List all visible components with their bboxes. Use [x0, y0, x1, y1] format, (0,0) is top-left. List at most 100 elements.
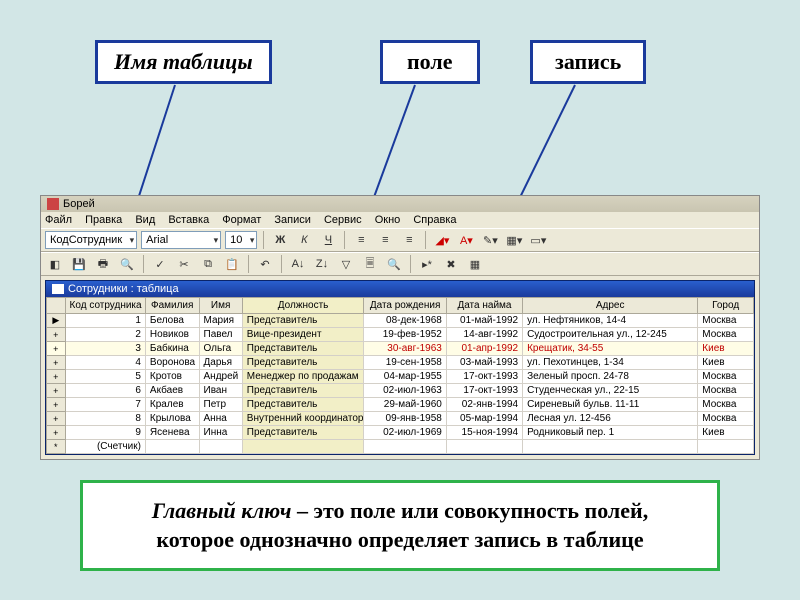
menu-format[interactable]: Формат	[222, 214, 261, 226]
menu-view[interactable]: Вид	[135, 214, 155, 226]
row-marker[interactable]: +	[47, 370, 66, 384]
cell-city[interactable]: Москва	[698, 328, 754, 342]
cell-city[interactable]	[698, 440, 754, 454]
cell-birth[interactable]	[364, 440, 446, 454]
undo-icon[interactable]: ↶	[255, 254, 275, 274]
print-icon[interactable]: 🖶	[93, 254, 113, 274]
new-record-icon[interactable]: ▸*	[417, 254, 437, 274]
table-row[interactable]: +3БабкинаОльгаПредставитель30-авг-196301…	[47, 342, 754, 356]
cell-position[interactable]: Представитель	[242, 314, 364, 328]
cell-firstname[interactable]: Петр	[199, 398, 242, 412]
view-icon[interactable]: ◧	[45, 254, 65, 274]
underline-button[interactable]: Ч	[318, 230, 338, 250]
cell-hire[interactable]: 15-ноя-1994	[446, 426, 522, 440]
cell-id[interactable]: 9	[65, 426, 145, 440]
cell-hire[interactable]: 01-май-1992	[446, 314, 522, 328]
align-center-icon[interactable]: ≡	[375, 230, 395, 250]
cell-position[interactable]: Вице-президент	[242, 328, 364, 342]
cell-address[interactable]: Студенческая ул., 22-15	[523, 384, 698, 398]
cell-firstname[interactable]: Анна	[199, 412, 242, 426]
menu-insert[interactable]: Вставка	[168, 214, 209, 226]
db-window-icon[interactable]: ▦	[465, 254, 485, 274]
cell-position[interactable]: Внутренний координатор	[242, 412, 364, 426]
row-marker[interactable]: +	[47, 342, 66, 356]
cell-id[interactable]: 8	[65, 412, 145, 426]
row-marker[interactable]: +	[47, 426, 66, 440]
cell-city[interactable]: Москва	[698, 412, 754, 426]
row-marker[interactable]: +	[47, 356, 66, 370]
col-selector[interactable]	[47, 298, 66, 314]
cell-firstname[interactable]: Павел	[199, 328, 242, 342]
menu-window[interactable]: Окно	[375, 214, 401, 226]
preview-icon[interactable]: 🔍	[117, 254, 137, 274]
cell-address[interactable]: ул. Нефтяников, 14-4	[523, 314, 698, 328]
cell-hire[interactable]: 17-окт-1993	[446, 384, 522, 398]
table-row[interactable]: +5КротовАндрейМенеджер по продажам04-мар…	[47, 370, 754, 384]
font-combo[interactable]: Arial	[141, 231, 221, 249]
special-effect-icon[interactable]: ▭▾	[528, 230, 548, 250]
row-marker[interactable]: *	[47, 440, 66, 454]
cell-id[interactable]: 7	[65, 398, 145, 412]
cell-birth[interactable]: 08-дек-1968	[364, 314, 446, 328]
cell-lastname[interactable]	[145, 440, 199, 454]
delete-record-icon[interactable]: ✖	[441, 254, 461, 274]
cell-id[interactable]: 6	[65, 384, 145, 398]
cell-position[interactable]: Представитель	[242, 384, 364, 398]
cell-address[interactable]	[523, 440, 698, 454]
filter-icon[interactable]: ▽	[336, 254, 356, 274]
cell-firstname[interactable]	[199, 440, 242, 454]
cell-position[interactable]	[242, 440, 364, 454]
col-address[interactable]: Адрес	[523, 298, 698, 314]
cell-id[interactable]: 4	[65, 356, 145, 370]
align-right-icon[interactable]: ≡	[399, 230, 419, 250]
cell-birth[interactable]: 19-фев-1952	[364, 328, 446, 342]
cell-lastname[interactable]: Белова	[145, 314, 199, 328]
cell-birth[interactable]: 19-сен-1958	[364, 356, 446, 370]
table-row[interactable]: +8КрыловаАннаВнутренний координатор09-ян…	[47, 412, 754, 426]
cell-lastname[interactable]: Ясенева	[145, 426, 199, 440]
line-color-icon[interactable]: ✎▾	[480, 230, 500, 250]
cell-lastname[interactable]: Крылова	[145, 412, 199, 426]
table-row[interactable]: +4ВороноваДарьяПредставитель19-сен-19580…	[47, 356, 754, 370]
cell-position[interactable]: Менеджер по продажам	[242, 370, 364, 384]
font-color-icon[interactable]: A▾	[456, 230, 476, 250]
col-hire[interactable]: Дата найма	[446, 298, 522, 314]
cell-hire[interactable]: 02-янв-1994	[446, 398, 522, 412]
cell-lastname[interactable]: Воронова	[145, 356, 199, 370]
table-row[interactable]: +9ЯсеневаИннаПредставитель02-июл-196915-…	[47, 426, 754, 440]
row-marker[interactable]: ▶	[47, 314, 66, 328]
cell-address[interactable]: ул. Пехотинцев, 1-34	[523, 356, 698, 370]
cell-firstname[interactable]: Иван	[199, 384, 242, 398]
cell-firstname[interactable]: Инна	[199, 426, 242, 440]
cell-hire[interactable]: 17-окт-1993	[446, 370, 522, 384]
row-marker[interactable]: +	[47, 398, 66, 412]
field-combo[interactable]: КодСотрудник	[45, 231, 137, 249]
cell-birth[interactable]: 04-мар-1955	[364, 370, 446, 384]
cell-hire[interactable]: 14-авг-1992	[446, 328, 522, 342]
col-firstname[interactable]: Имя	[199, 298, 242, 314]
cell-birth[interactable]: 09-янв-1958	[364, 412, 446, 426]
menu-file[interactable]: Файл	[45, 214, 72, 226]
cell-id[interactable]: 2	[65, 328, 145, 342]
cell-id[interactable]: 5	[65, 370, 145, 384]
table-row[interactable]: +6АкбаевИванПредставитель02-июл-196317-о…	[47, 384, 754, 398]
cell-id[interactable]: 3	[65, 342, 145, 356]
row-marker[interactable]: +	[47, 384, 66, 398]
col-lastname[interactable]: Фамилия	[145, 298, 199, 314]
table-row[interactable]: +2НовиковПавелВице-президент19-фев-19521…	[47, 328, 754, 342]
cell-city[interactable]: Киев	[698, 356, 754, 370]
cell-lastname[interactable]: Бабкина	[145, 342, 199, 356]
menu-tools[interactable]: Сервис	[324, 214, 362, 226]
menu-records[interactable]: Записи	[274, 214, 311, 226]
cell-birth[interactable]: 30-авг-1963	[364, 342, 446, 356]
cell-address[interactable]: Сиреневый бульв. 11-11	[523, 398, 698, 412]
data-table[interactable]: Код сотрудника Фамилия Имя Должность Дат…	[46, 297, 754, 454]
cell-hire[interactable]	[446, 440, 522, 454]
cell-firstname[interactable]: Дарья	[199, 356, 242, 370]
cell-city[interactable]: Москва	[698, 314, 754, 328]
cell-city[interactable]: Москва	[698, 370, 754, 384]
align-left-icon[interactable]: ≡	[351, 230, 371, 250]
cut-icon[interactable]: ✂	[174, 254, 194, 274]
row-marker[interactable]: +	[47, 412, 66, 426]
cell-hire[interactable]: 01-апр-1992	[446, 342, 522, 356]
